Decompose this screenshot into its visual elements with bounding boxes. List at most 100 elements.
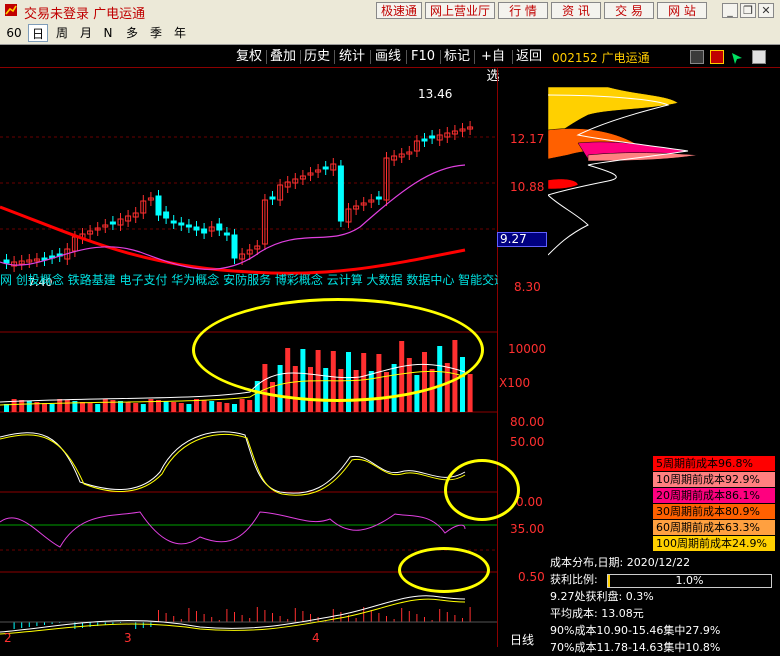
macd-bar [173, 616, 175, 622]
cursor-icon[interactable] [730, 50, 744, 64]
website-button[interactable]: 网 站 [657, 2, 707, 19]
volume-bar [57, 399, 63, 412]
candle-body [170, 220, 177, 224]
macd-bar [256, 607, 258, 622]
macd-bar [378, 613, 380, 622]
date-label-4: 4 [312, 631, 320, 645]
quotes-button[interactable]: 行 情 [498, 2, 548, 19]
candle-body [223, 232, 230, 236]
volume-bar [216, 402, 222, 412]
macd-bar [462, 618, 463, 622]
period-mode-label[interactable]: 日线 [510, 631, 534, 648]
volume-unit: X100 [499, 376, 531, 390]
macd-bar [135, 622, 137, 629]
tool-back[interactable]: 返回 [514, 47, 544, 67]
macd-bar [424, 617, 425, 622]
period-multi[interactable]: 多 [122, 24, 142, 42]
volume-bar [49, 404, 55, 412]
tool-stats[interactable]: 统计 [336, 47, 368, 67]
volume-bar [224, 403, 230, 412]
tool-overlay[interactable]: 叠加 [268, 47, 298, 67]
date-label-2: 2 [4, 631, 12, 645]
fast-trade-button[interactable]: 极速通 [376, 2, 422, 19]
kdj-label-80: 80.00 [510, 415, 545, 429]
trade-button[interactable]: 交 易 [604, 2, 654, 19]
candle-body [178, 222, 185, 226]
legend-20: 20周期前成本86.1% [653, 488, 775, 503]
macd-bar [279, 616, 281, 622]
kdj-label-50: 50.00 [510, 435, 545, 449]
macd-bar [142, 622, 144, 628]
volume-bar [163, 401, 169, 412]
period-bar: 60 日 周 月 N 多 季 年 [0, 22, 780, 45]
macd-bar [226, 609, 228, 622]
macd-bar [454, 615, 456, 622]
minimize-icon[interactable]: _ [722, 3, 738, 18]
rsi-label-0: 0.00 [516, 495, 543, 509]
profit-at-price: 9.27处获利盘: 0.3% [550, 590, 654, 603]
macd-bar [234, 612, 235, 622]
period-quarter[interactable]: 季 [146, 24, 166, 42]
period-n[interactable]: N [98, 24, 118, 42]
period-week[interactable]: 周 [52, 24, 72, 42]
tool-f10[interactable]: F10 [408, 47, 438, 67]
candle-body [193, 226, 200, 231]
chip-layer [548, 178, 579, 190]
period-month[interactable]: 月 [76, 24, 96, 42]
volume-bar [171, 402, 177, 412]
macd-bar [408, 611, 410, 622]
candle-body [421, 138, 428, 142]
candle-body [155, 195, 162, 216]
price-label-830: 8.30 [514, 280, 541, 294]
settings-icon[interactable] [752, 50, 766, 64]
current-price-tag: 9.27 [497, 232, 547, 247]
tool-draw[interactable]: 画线 [372, 47, 404, 67]
highlight-ellipse-volume [192, 298, 484, 402]
macd-bar [446, 612, 448, 622]
close-icon[interactable]: ✕ [758, 3, 774, 18]
flag-icon[interactable] [710, 50, 724, 64]
macd-bar [386, 616, 387, 622]
macd-bar [158, 610, 159, 622]
volume-bar [80, 402, 85, 412]
candle-body [216, 223, 223, 231]
volume-bar [140, 404, 146, 412]
macd-bar [439, 609, 441, 622]
tool-history[interactable]: 历史 [302, 47, 332, 67]
volume-bar [42, 403, 47, 412]
kdj-k-line [0, 431, 466, 494]
window-titlebar: 交易未登录 广电运通 极速通 网上营业厅 行 情 资 讯 交 易 网 站 _ ❐… [0, 0, 780, 23]
high-price-label: 13.46 [418, 87, 453, 101]
volume-bar [26, 401, 32, 412]
grid-icon[interactable] [690, 50, 704, 64]
profit-ratio-value: 1.0% [675, 574, 704, 587]
macd-bar [36, 622, 38, 626]
highlight-ellipse-rsi [444, 459, 520, 521]
macd-bar [302, 611, 304, 622]
tool-mark[interactable]: 标记 [442, 47, 472, 67]
volume-bar [64, 400, 70, 412]
restore-icon[interactable]: ❐ [740, 3, 756, 18]
volume-bar [19, 400, 25, 412]
candle-body [231, 234, 238, 259]
tool-add-favorite[interactable]: +自选 [476, 47, 510, 84]
volume-bar [194, 399, 199, 412]
tool-adjust[interactable]: 复权 [234, 47, 264, 67]
macd-bar [188, 608, 190, 622]
candle-body [109, 221, 116, 225]
news-button[interactable]: 资 讯 [551, 2, 601, 19]
period-year[interactable]: 年 [170, 24, 190, 42]
volume-bar [95, 404, 101, 412]
online-hall-button[interactable]: 网上营业厅 [425, 2, 495, 19]
price-label-1217: 12.17 [510, 132, 545, 146]
kdj-d-line [0, 433, 466, 496]
price-label-1088: 10.88 [510, 180, 545, 194]
candle-body [201, 228, 208, 234]
profit-ratio-label: 获利比例: [550, 573, 598, 586]
period-day[interactable]: 日 [28, 24, 48, 42]
volume-bar [87, 403, 93, 412]
legend-10: 10周期前成本92.9% [653, 472, 775, 487]
period-60[interactable]: 60 [4, 24, 24, 42]
candle-body [322, 166, 329, 170]
rsi-label-35: 35.00 [510, 522, 545, 536]
